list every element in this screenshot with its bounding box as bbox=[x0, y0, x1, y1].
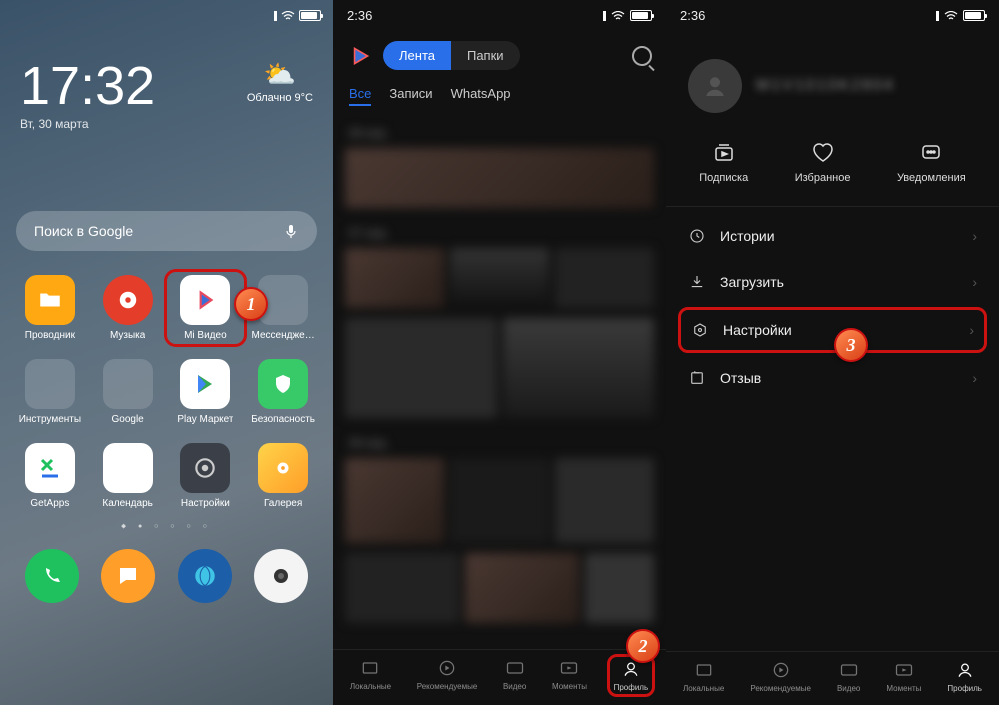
status-bar: 2:36 bbox=[666, 0, 999, 31]
weather-widget[interactable]: ⛅ Облачно 9°C bbox=[247, 59, 313, 104]
video-thumbnail[interactable] bbox=[345, 148, 654, 208]
signal-icon bbox=[590, 11, 606, 21]
weather-icon: ⛅ bbox=[247, 59, 313, 90]
filter-recordings[interactable]: Записи bbox=[389, 86, 432, 106]
app-muzyka[interactable]: Музыка bbox=[92, 275, 164, 341]
feed-tabs: Лента Папки bbox=[383, 41, 520, 70]
google-search-bar[interactable]: Поиск в Google bbox=[16, 211, 317, 251]
callout-marker-3: 3 bbox=[834, 328, 868, 362]
signal-icon bbox=[923, 11, 939, 21]
tab-lenta[interactable]: Лента bbox=[383, 41, 451, 70]
clock-time: 17:32 bbox=[20, 59, 155, 113]
profile-menu: Истории› Загрузить› Настройки› Отзыв› bbox=[666, 207, 999, 407]
video-thumbnail[interactable] bbox=[345, 458, 444, 543]
phone-mi-video-feed: 2:36 Лента Папки Все Записи WhatsApp 08 … bbox=[333, 0, 666, 705]
menu-settings[interactable]: Настройки› bbox=[678, 307, 987, 353]
username: M1V1010K2804 bbox=[756, 77, 895, 95]
filter-row: Все Записи WhatsApp bbox=[333, 80, 666, 118]
dock-phone[interactable] bbox=[25, 549, 79, 603]
callout-marker-1: 1 bbox=[234, 287, 268, 321]
filter-whatsapp[interactable]: WhatsApp bbox=[451, 86, 511, 106]
nav-local[interactable]: Локальные bbox=[683, 660, 724, 693]
nav-recommended[interactable]: Рекомендуемые bbox=[750, 660, 811, 693]
video-feed[interactable]: 08 апр. 07 апр. 06 апр. bbox=[333, 118, 666, 623]
search-placeholder: Поиск в Google bbox=[34, 223, 133, 239]
menu-feedback[interactable]: Отзыв› bbox=[666, 355, 999, 401]
dock-browser[interactable] bbox=[178, 549, 232, 603]
tab-papki[interactable]: Папки bbox=[451, 41, 520, 70]
video-thumbnail[interactable] bbox=[555, 458, 654, 543]
profile-header[interactable]: M1V1010K2804 bbox=[666, 31, 999, 135]
nav-moments[interactable]: Моменты bbox=[552, 658, 587, 693]
app-logo-icon bbox=[347, 43, 373, 69]
app-getapps[interactable]: GetApps bbox=[14, 443, 86, 509]
phone-home-screen: 17:32 Вт, 30 марта ⛅ Облачно 9°C Поиск в… bbox=[0, 0, 333, 705]
action-notifications[interactable]: Уведомления bbox=[897, 141, 966, 184]
video-thumbnail[interactable] bbox=[345, 318, 497, 418]
chevron-right-icon: › bbox=[969, 322, 974, 338]
action-favorites[interactable]: Избранное bbox=[795, 141, 851, 184]
battery-icon bbox=[963, 10, 985, 21]
action-subscription[interactable]: Подписка bbox=[699, 141, 748, 184]
app-security[interactable]: Безопасность bbox=[247, 359, 319, 425]
bottom-nav: Локальные Рекомендуемые Видео Моменты Пр… bbox=[333, 649, 666, 705]
chevron-right-icon: › bbox=[972, 274, 977, 290]
status-bar: 2:36 bbox=[333, 0, 666, 31]
signal-icon bbox=[261, 11, 277, 21]
dock bbox=[0, 539, 333, 623]
menu-download[interactable]: Загрузить› bbox=[666, 259, 999, 305]
page-indicator: ⬥ ● ○ ○ ○ ○ bbox=[0, 519, 333, 539]
mic-icon[interactable] bbox=[283, 223, 299, 239]
clock-date: Вт, 30 марта bbox=[20, 117, 155, 131]
app-google-folder[interactable]: Google bbox=[92, 359, 164, 425]
app-play-market[interactable]: Play Маркет bbox=[170, 359, 242, 425]
app-grid: Проводник Музыка Mi Видео Мессендже… Инс… bbox=[0, 267, 333, 519]
nav-video[interactable]: Видео bbox=[503, 658, 526, 693]
callout-marker-2: 2 bbox=[626, 629, 660, 663]
battery-icon bbox=[630, 10, 652, 21]
app-provodnik[interactable]: Проводник bbox=[14, 275, 86, 341]
filter-all[interactable]: Все bbox=[349, 86, 371, 106]
video-thumbnail[interactable] bbox=[503, 318, 655, 418]
chevron-right-icon: › bbox=[972, 370, 977, 386]
menu-history[interactable]: Истории› bbox=[666, 213, 999, 259]
wifi-icon bbox=[944, 11, 958, 21]
dock-camera[interactable] bbox=[254, 549, 308, 603]
app-calendar[interactable]: Календарь bbox=[92, 443, 164, 509]
app-settings[interactable]: Настройки bbox=[170, 443, 242, 509]
nav-profile[interactable]: Профиль bbox=[947, 660, 982, 693]
video-thumbnail[interactable] bbox=[450, 458, 549, 543]
wifi-icon bbox=[611, 11, 625, 21]
chevron-right-icon: › bbox=[972, 228, 977, 244]
nav-recommended[interactable]: Рекомендуемые bbox=[417, 658, 478, 693]
nav-video[interactable]: Видео bbox=[837, 660, 860, 693]
battery-icon bbox=[299, 10, 321, 21]
app-tools-folder[interactable]: Инструменты bbox=[14, 359, 86, 425]
video-thumbnail[interactable] bbox=[345, 248, 444, 308]
phone-mi-video-profile: 2:36 M1V1010K2804 Подписка Избранное Уве… bbox=[666, 0, 999, 705]
video-thumbnail[interactable] bbox=[465, 553, 579, 623]
status-bar bbox=[0, 0, 333, 31]
video-thumbnail[interactable] bbox=[450, 248, 549, 308]
video-thumbnail[interactable] bbox=[345, 553, 459, 623]
profile-actions: Подписка Избранное Уведомления bbox=[666, 135, 999, 207]
video-thumbnail[interactable] bbox=[555, 248, 654, 308]
video-thumbnail[interactable] bbox=[585, 553, 654, 623]
search-icon[interactable] bbox=[632, 46, 652, 66]
wifi-icon bbox=[281, 11, 295, 21]
nav-moments[interactable]: Моменты bbox=[886, 660, 921, 693]
top-bar: Лента Папки bbox=[333, 31, 666, 80]
nav-local[interactable]: Локальные bbox=[350, 658, 391, 693]
bottom-nav: Локальные Рекомендуемые Видео Моменты Пр… bbox=[666, 651, 999, 705]
app-gallery[interactable]: Галерея bbox=[247, 443, 319, 509]
dock-messages[interactable] bbox=[101, 549, 155, 603]
avatar bbox=[688, 59, 742, 113]
